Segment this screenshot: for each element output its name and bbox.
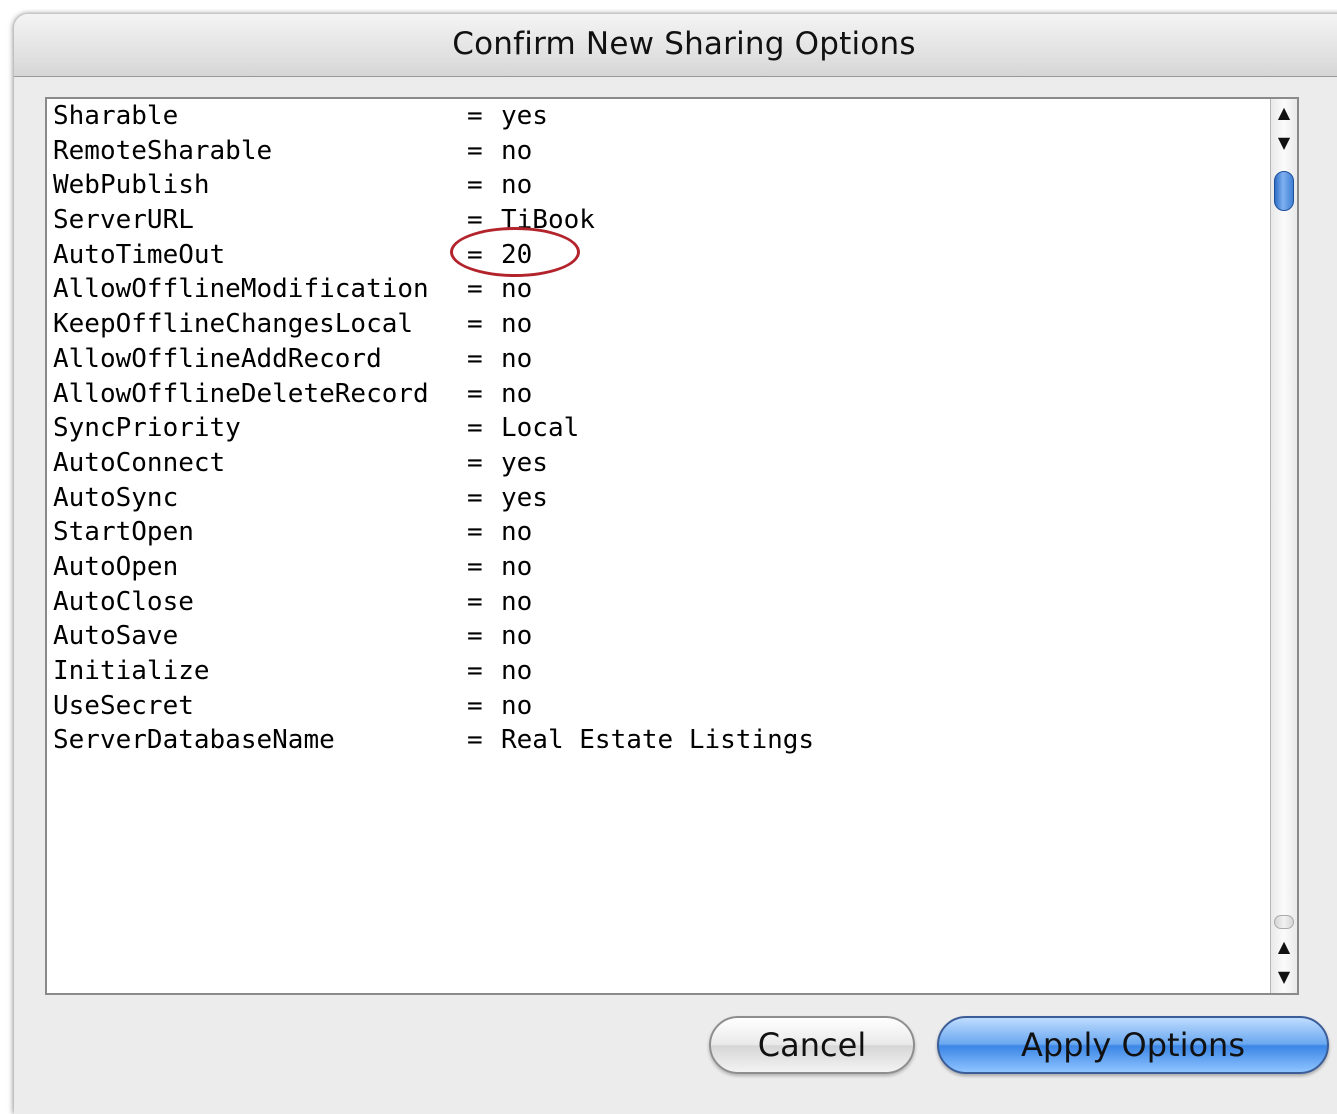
- option-row: SyncPriority = Local: [53, 411, 1293, 446]
- scroll-down-arrow-icon[interactable]: ▼: [1271, 131, 1297, 155]
- option-key: ServerDatabaseName: [53, 725, 335, 756]
- options-list: Sharable = yes RemoteSharable = no WebPublish =…: [53, 99, 1293, 758]
- option-value: no: [501, 656, 533, 686]
- option-key: Initialize: [53, 656, 210, 686]
- option-row: AutoConnect = yes: [53, 446, 1293, 481]
- scroll-up-arrow-icon[interactable]: ▲: [1271, 101, 1297, 125]
- option-value: no: [501, 517, 533, 548]
- option-value: yes: [501, 447, 548, 478]
- option-separator: =: [467, 586, 483, 617]
- option-row: RemoteSharable = no: [53, 134, 1293, 169]
- option-value: yes: [501, 482, 548, 513]
- option-key: AllowOfflineDeleteRecord: [53, 378, 429, 409]
- cancel-button[interactable]: Cancel: [709, 1016, 915, 1074]
- option-key: SyncPriority: [53, 413, 241, 444]
- dialog-window: Confirm New Sharing Options Sharable = yes…: [14, 14, 1337, 1114]
- option-key: AllowOfflineModification: [53, 274, 429, 305]
- option-row: AllowOfflineModification = no: [53, 272, 1293, 307]
- option-row: AutoOpen = no: [53, 550, 1293, 585]
- option-value: no: [501, 274, 533, 305]
- option-key: UseSecret: [53, 690, 194, 721]
- option-row: AutoSave = no: [53, 619, 1293, 654]
- option-separator: =: [467, 551, 483, 582]
- option-separator: =: [467, 482, 483, 513]
- option-row: AllowOfflineAddRecord = no: [53, 342, 1293, 377]
- option-separator: =: [467, 621, 483, 652]
- option-value: no: [501, 170, 533, 201]
- option-row: Initialize = no: [53, 654, 1293, 689]
- option-key: StartOpen: [53, 517, 194, 548]
- option-row: ServerURL = TiBook: [53, 203, 1293, 238]
- scroll-up-arrow-bottom-icon[interactable]: ▲: [1271, 935, 1297, 959]
- options-text-area[interactable]: Sharable = yes RemoteSharable = no WebPublish =…: [45, 97, 1299, 995]
- option-key: WebPublish: [53, 170, 210, 201]
- option-value: no: [501, 551, 533, 582]
- dialog-title: Confirm New Sharing Options: [452, 26, 916, 62]
- option-separator: =: [467, 656, 483, 686]
- option-row: AutoTimeOut = 20: [53, 238, 1293, 273]
- annotation-highlight-circle: [450, 227, 580, 277]
- option-row: UseSecret = no: [53, 689, 1293, 724]
- option-separator: =: [467, 413, 483, 444]
- option-separator: =: [467, 274, 483, 305]
- option-row: Sharable = yes: [53, 99, 1293, 134]
- option-row: WebPublish = no: [53, 168, 1293, 203]
- option-value: no: [501, 135, 533, 166]
- option-value: yes: [501, 101, 548, 131]
- option-separator: =: [467, 447, 483, 478]
- option-value: no: [501, 690, 533, 721]
- option-separator: =: [467, 135, 483, 166]
- option-value: Local: [501, 413, 580, 444]
- scroll-track-end: [1274, 915, 1294, 929]
- option-value: no: [501, 309, 533, 340]
- option-key: Sharable: [53, 101, 179, 131]
- option-key: AutoTimeOut: [53, 239, 226, 270]
- option-value: no: [501, 586, 533, 617]
- option-key: RemoteSharable: [53, 135, 273, 166]
- option-row: KeepOfflineChangesLocal = no: [53, 307, 1293, 342]
- option-row: AutoClose = no: [53, 585, 1293, 620]
- option-value: Real Estate Listings: [501, 725, 815, 756]
- option-key: KeepOfflineChangesLocal: [53, 309, 414, 340]
- option-separator: =: [467, 725, 483, 756]
- option-separator: =: [467, 309, 483, 340]
- title-bar[interactable]: Confirm New Sharing Options: [14, 14, 1337, 77]
- option-key: AutoConnect: [53, 447, 226, 478]
- scroll-down-arrow-bottom-icon[interactable]: ▼: [1271, 965, 1297, 989]
- option-separator: =: [467, 343, 483, 374]
- option-key: AutoClose: [53, 586, 194, 617]
- option-separator: =: [467, 378, 483, 409]
- scroll-thumb[interactable]: [1274, 171, 1294, 211]
- option-separator: =: [467, 690, 483, 721]
- option-separator: =: [467, 101, 483, 131]
- apply-options-button[interactable]: Apply Options: [937, 1016, 1329, 1074]
- option-value: no: [501, 343, 533, 374]
- option-key: AutoSync: [53, 482, 179, 513]
- option-row: ServerDatabaseName = Real Estate Listings: [53, 723, 1293, 758]
- option-row: AllowOfflineDeleteRecord = no: [53, 377, 1293, 412]
- option-key: AutoOpen: [53, 551, 179, 582]
- option-value: no: [501, 378, 533, 409]
- option-key: AllowOfflineAddRecord: [53, 343, 382, 374]
- option-key: ServerURL: [53, 205, 194, 236]
- option-row: AutoSync = yes: [53, 481, 1293, 516]
- option-separator: =: [467, 517, 483, 548]
- option-row: StartOpen = no: [53, 515, 1293, 550]
- vertical-scrollbar[interactable]: ▲ ▼ ▲ ▼: [1270, 99, 1297, 993]
- option-separator: =: [467, 170, 483, 201]
- option-key: AutoSave: [53, 621, 179, 652]
- option-value: no: [501, 621, 533, 652]
